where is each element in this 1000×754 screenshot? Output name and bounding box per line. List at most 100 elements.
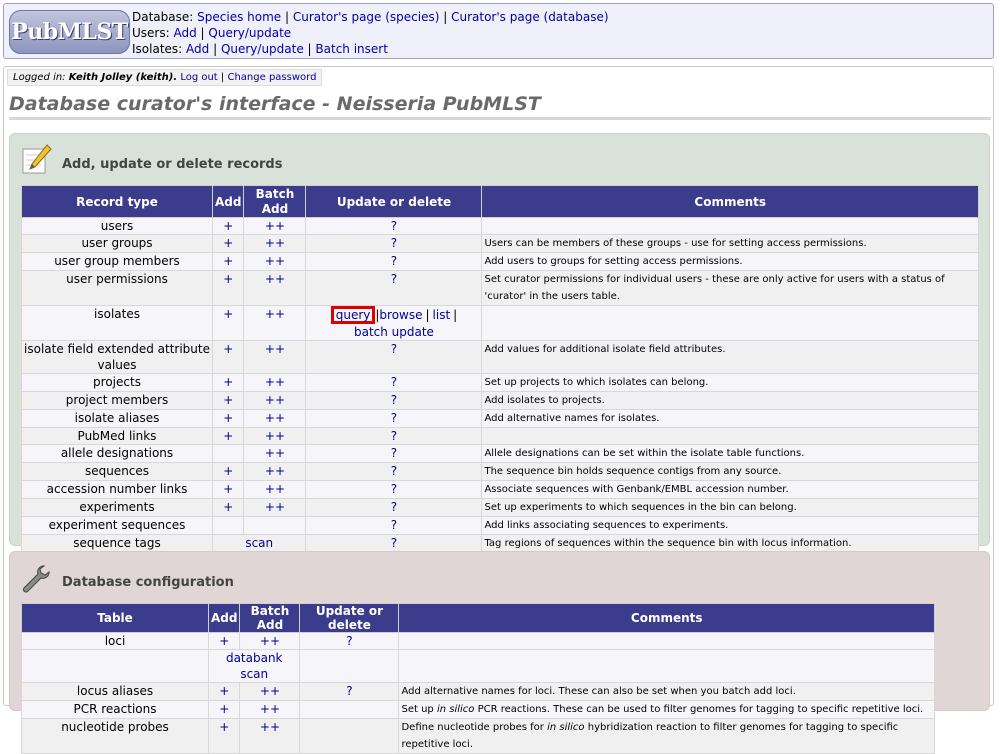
- batch-update-isolates-link[interactable]: batch update: [354, 325, 434, 339]
- add-locus-aliases-link[interactable]: +: [219, 684, 229, 698]
- add-cell: +: [211, 252, 245, 271]
- add-cell: [211, 444, 245, 463]
- change-password-link[interactable]: Change password: [227, 72, 316, 83]
- batch-add-pubmed-links-link[interactable]: ++: [265, 429, 285, 443]
- add-user-group-members-link[interactable]: +: [223, 254, 233, 268]
- batch-add-pcr-reactions-link[interactable]: ++: [260, 702, 280, 716]
- update-delete-experiments-link[interactable]: ?: [391, 500, 397, 514]
- update-delete-pubmed-links-link[interactable]: ?: [391, 429, 397, 443]
- update-delete-user-groups-link[interactable]: ?: [391, 236, 397, 250]
- table-row: sequence tags scan? Tag regions of sequenc…: [21, 534, 979, 553]
- pencil-icon: [21, 143, 53, 178]
- add-project-members-link[interactable]: +: [223, 393, 233, 407]
- query-isolates-link[interactable]: query: [336, 308, 371, 322]
- batch-add-cell: ++: [243, 270, 307, 306]
- list-isolates-link[interactable]: list: [433, 308, 451, 322]
- species-home-link[interactable]: Species home: [197, 10, 281, 24]
- update-delete-isolate-aliases-link[interactable]: ?: [391, 411, 397, 425]
- update-delete-user-group-members-link[interactable]: ?: [391, 254, 397, 268]
- add-user-permissions-link[interactable]: +: [223, 272, 233, 286]
- update-delete-cell: query |browse | list | batch update: [305, 305, 483, 341]
- users-nav-line: Users: Add | Query/update: [132, 26, 292, 40]
- add-projects-link[interactable]: +: [223, 375, 233, 389]
- comment-cell: Allele designations can be set within th…: [481, 444, 979, 463]
- record-type-cell: sequences: [21, 462, 213, 481]
- update-delete-allele-designations-link[interactable]: ?: [391, 446, 397, 460]
- pubmlst-logo[interactable]: PubMLST: [9, 10, 130, 54]
- record-type-cell: accession number links: [21, 480, 213, 499]
- batch-add-user-groups-link[interactable]: ++: [265, 236, 285, 250]
- config-header-row: Table Add Batch Add Update or delete Com…: [21, 603, 935, 633]
- batch-add-user-group-members-link[interactable]: ++: [265, 254, 285, 268]
- page-title: Database curator's interface - Neisseria…: [9, 91, 991, 120]
- table-row: user permissions + ++? Set curator permissi…: [21, 270, 979, 306]
- batch-add-loci-link[interactable]: ++: [260, 634, 280, 648]
- browse-isolates-link[interactable]: browse: [379, 308, 422, 322]
- update-delete-cell: ?: [305, 373, 483, 392]
- batch-add-isolate-aliases-link[interactable]: ++: [265, 411, 285, 425]
- add-cell: +: [211, 498, 245, 517]
- table-name-cell: locus aliases: [21, 682, 209, 701]
- batch-add-locus-aliases-link[interactable]: ++: [260, 684, 280, 698]
- add-accession-number-links-link[interactable]: +: [223, 482, 233, 496]
- comment-cell: Add values for additional isolate field …: [481, 340, 979, 374]
- add-users-link[interactable]: +: [223, 219, 233, 233]
- comment-cell: Set curator permissions for individual u…: [481, 270, 979, 306]
- add-sequences-link[interactable]: +: [223, 464, 233, 478]
- batch-add-users-link[interactable]: ++: [265, 219, 285, 233]
- add-isolates-link[interactable]: +: [223, 307, 233, 321]
- update-delete-cell: ?: [299, 682, 400, 701]
- users-add-link[interactable]: Add: [173, 26, 196, 40]
- scan-sequence-tags-link[interactable]: scan: [245, 536, 273, 550]
- databank-scan-link[interactable]: databank scan: [226, 651, 283, 681]
- isolates-batch-insert-link[interactable]: Batch insert: [315, 42, 388, 56]
- batch-add-user-permissions-link[interactable]: ++: [265, 272, 285, 286]
- batch-add-allele-designations-link[interactable]: ++: [265, 446, 285, 460]
- batch-add-projects-link[interactable]: ++: [265, 375, 285, 389]
- wrench-icon: [20, 563, 52, 598]
- add-experiments-link[interactable]: +: [223, 500, 233, 514]
- add-cell: +: [211, 427, 245, 445]
- update-delete-users-link[interactable]: ?: [391, 219, 397, 233]
- add-pcr-reactions-link[interactable]: +: [219, 702, 229, 716]
- add-pubmed-links-link[interactable]: +: [223, 429, 233, 443]
- add-user-groups-link[interactable]: +: [223, 236, 233, 250]
- update-delete-cell: ?: [305, 444, 483, 463]
- batch-add-isolate-field-extended-attribute-values-link[interactable]: ++: [265, 342, 285, 356]
- batch-add-isolates-link[interactable]: ++: [265, 307, 285, 321]
- curators-page-species-link[interactable]: Curator's page (species): [293, 10, 440, 24]
- update-delete-isolate-field-extended-attribute-values-link[interactable]: ?: [391, 342, 397, 356]
- update-delete-user-permissions-link[interactable]: ?: [391, 272, 397, 286]
- records-section-title: Add, update or delete records: [62, 157, 283, 172]
- isolates-add-link[interactable]: Add: [186, 42, 209, 56]
- isolates-query-update-link[interactable]: Query/update: [221, 42, 304, 56]
- add-cell: +: [211, 217, 245, 235]
- column-header-batch-add: Batch Add: [239, 603, 301, 633]
- users-query-update-link[interactable]: Query/update: [208, 26, 291, 40]
- site-header: PubMLST Database: Species home | Curator…: [3, 3, 994, 59]
- add-cell: +: [211, 305, 245, 341]
- curators-page-database-link[interactable]: Curator's page (database): [451, 10, 608, 24]
- batch-add-experiments-link[interactable]: ++: [265, 500, 285, 514]
- add-loci-link[interactable]: +: [219, 634, 229, 648]
- update-delete-locus-aliases-link[interactable]: ?: [346, 684, 352, 698]
- update-delete-project-members-link[interactable]: ?: [391, 393, 397, 407]
- add-nucleotide-probes-link[interactable]: +: [219, 720, 229, 734]
- batch-add-project-members-link[interactable]: ++: [265, 393, 285, 407]
- batch-add-sequences-link[interactable]: ++: [265, 464, 285, 478]
- add-isolate-aliases-link[interactable]: +: [223, 411, 233, 425]
- update-delete-sequences-link[interactable]: ?: [391, 464, 397, 478]
- add-isolate-field-extended-attribute-values-link[interactable]: +: [223, 342, 233, 356]
- logout-link[interactable]: Log out: [180, 72, 217, 83]
- update-delete-loci-link[interactable]: ?: [346, 634, 352, 648]
- table-row: projects + ++? Set up projects to which iso…: [21, 373, 979, 392]
- batch-add-cell: ++: [239, 682, 301, 701]
- batch-add-accession-number-links-link[interactable]: ++: [265, 482, 285, 496]
- batch-add-nucleotide-probes-link[interactable]: ++: [260, 720, 280, 734]
- update-delete-experiment-sequences-link[interactable]: ?: [391, 518, 397, 532]
- update-delete-accession-number-links-link[interactable]: ?: [391, 482, 397, 496]
- logged-in-label: Logged in:: [13, 72, 66, 83]
- table-row: users + ++?: [21, 217, 979, 235]
- update-delete-projects-link[interactable]: ?: [391, 375, 397, 389]
- update-delete-sequence-tags-link[interactable]: ?: [391, 536, 397, 550]
